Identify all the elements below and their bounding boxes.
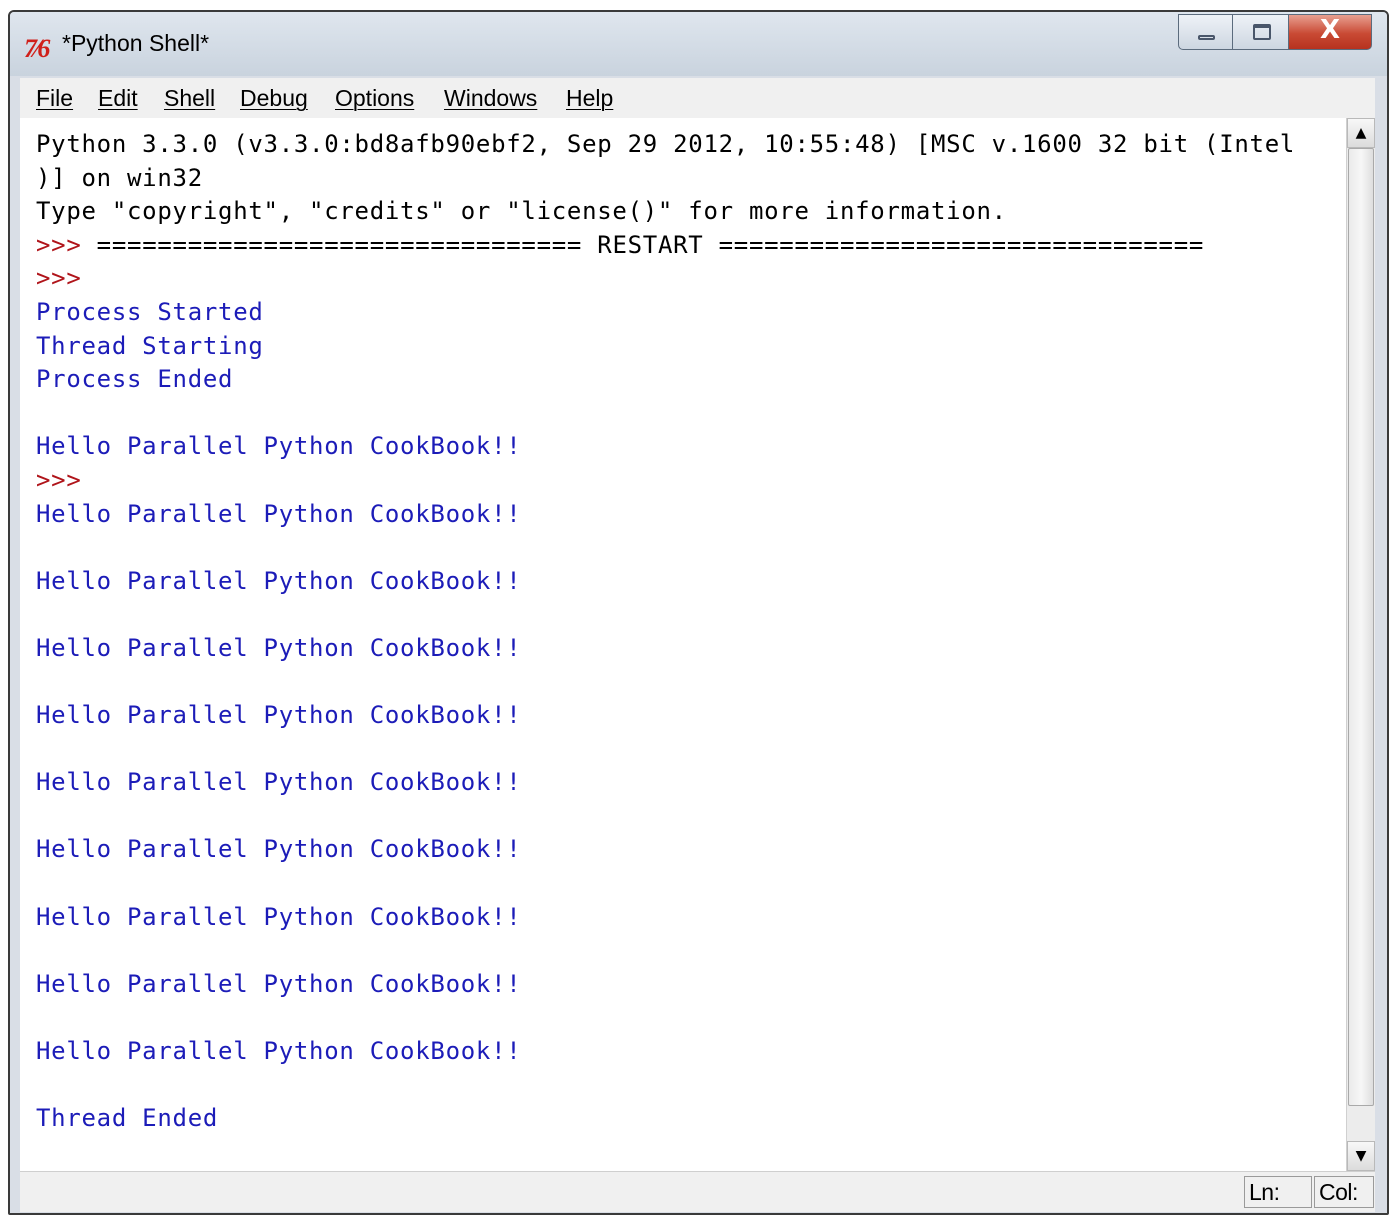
shell-line bbox=[36, 531, 1295, 565]
scroll-thumb[interactable] bbox=[1348, 148, 1374, 1106]
menu-shell[interactable]: Shell bbox=[164, 85, 215, 112]
shell-line: )] on win32 bbox=[36, 163, 203, 192]
shell-line: Hello Parallel Python CookBook!! bbox=[36, 432, 522, 461]
scroll-up-button[interactable]: ▲ bbox=[1347, 118, 1375, 148]
idle-app-icon: 7⁄6 bbox=[24, 34, 50, 63]
menu-bar: File Edit Shell Debug Options Windows He… bbox=[20, 78, 1375, 119]
shell-output: Python 3.3.0 (v3.3.0:bd8afb90ebf2, Sep 2… bbox=[36, 128, 1295, 1136]
shell-line: Thread Ended bbox=[36, 1104, 219, 1133]
python-shell-window: 7⁄6 *Python Shell* X File Edit Shell Deb… bbox=[8, 10, 1389, 1215]
shell-line bbox=[36, 598, 1295, 632]
vertical-scrollbar[interactable]: ▲ ▼ bbox=[1346, 118, 1375, 1171]
arrow-down-icon: ▼ bbox=[1355, 1148, 1367, 1164]
shell-line: Hello Parallel Python CookBook!! bbox=[36, 499, 522, 528]
prompt-marker: >>> bbox=[36, 230, 82, 259]
shell-line bbox=[36, 934, 1295, 968]
minimize-icon bbox=[1198, 35, 1215, 40]
minimize-button[interactable] bbox=[1178, 14, 1233, 50]
shell-line: >>> bbox=[36, 264, 82, 293]
shell-line bbox=[36, 800, 1295, 834]
shell-line: Hello Parallel Python CookBook!! bbox=[36, 701, 522, 730]
shell-line bbox=[36, 397, 1295, 431]
menu-edit[interactable]: Edit bbox=[98, 85, 138, 112]
shell-line: Process Ended bbox=[36, 365, 234, 394]
shell-line: Hello Parallel Python CookBook!! bbox=[36, 768, 522, 797]
status-column-number: Col: 0 bbox=[1314, 1176, 1374, 1213]
arrow-up-icon: ▲ bbox=[1355, 125, 1367, 141]
shell-line bbox=[36, 867, 1295, 901]
shell-line bbox=[36, 1069, 1295, 1103]
title-bar[interactable]: 7⁄6 *Python Shell* X bbox=[10, 12, 1387, 76]
shell-line: Hello Parallel Python CookBook!! bbox=[36, 566, 522, 595]
menu-windows[interactable]: Windows bbox=[444, 85, 537, 112]
shell-text-area[interactable]: Python 3.3.0 (v3.3.0:bd8afb90ebf2, Sep 2… bbox=[20, 118, 1346, 1171]
shell-line bbox=[36, 1001, 1295, 1035]
close-icon: X bbox=[1319, 15, 1341, 45]
shell-line: >>> ================================ RES… bbox=[36, 229, 1295, 263]
shell-line: Hello Parallel Python CookBook!! bbox=[36, 1037, 522, 1066]
scroll-down-button[interactable]: ▼ bbox=[1347, 1141, 1375, 1171]
shell-line: Hello Parallel Python CookBook!! bbox=[36, 835, 522, 864]
menu-file[interactable]: File bbox=[36, 85, 73, 112]
shell-line bbox=[36, 666, 1295, 700]
shell-line: Process Started bbox=[36, 297, 264, 326]
restart-separator: ================================ RESTART… bbox=[81, 230, 1205, 259]
status-line-number: Ln: 31 bbox=[1244, 1176, 1312, 1213]
close-button[interactable]: X bbox=[1288, 14, 1372, 50]
menu-options[interactable]: Options bbox=[335, 85, 414, 112]
shell-line: >>> bbox=[36, 465, 82, 494]
status-bar: Ln: 31 Col: 0 bbox=[20, 1171, 1375, 1213]
shell-line: Python 3.3.0 (v3.3.0:bd8afb90ebf2, Sep 2… bbox=[36, 130, 1296, 158]
menu-debug[interactable]: Debug bbox=[240, 85, 308, 112]
shell-line: Thread Starting bbox=[36, 331, 264, 360]
shell-line: Hello Parallel Python CookBook!! bbox=[36, 902, 522, 931]
maximize-icon bbox=[1253, 24, 1271, 40]
shell-line bbox=[36, 733, 1295, 767]
shell-line: Hello Parallel Python CookBook!! bbox=[36, 633, 522, 662]
window-title: *Python Shell* bbox=[62, 30, 210, 56]
menu-help[interactable]: Help bbox=[566, 85, 613, 112]
shell-line: Hello Parallel Python CookBook!! bbox=[36, 969, 522, 998]
shell-line: Type "copyright", "credits" or "license(… bbox=[36, 197, 1007, 226]
maximize-button[interactable] bbox=[1232, 14, 1289, 50]
